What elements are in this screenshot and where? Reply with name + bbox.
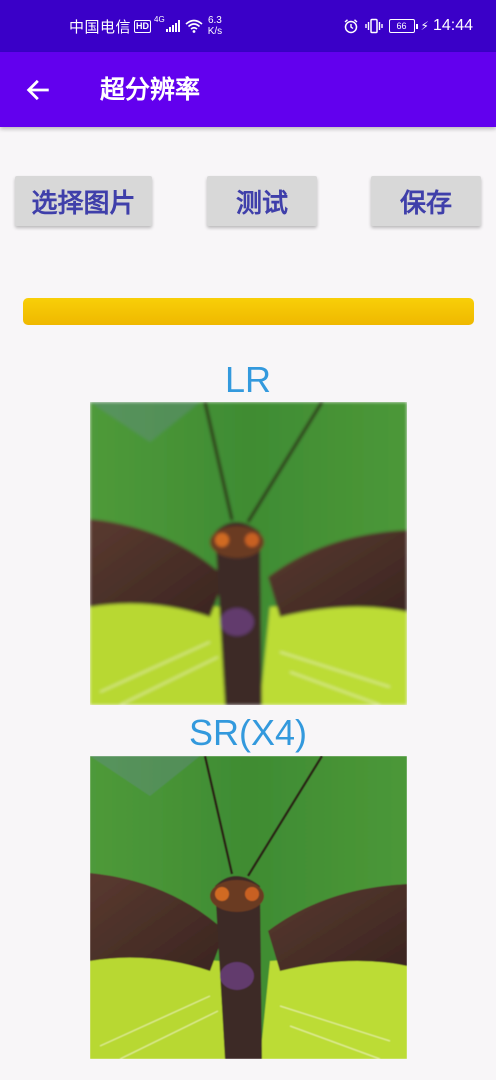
network-speed: 6.3 K/s xyxy=(208,15,222,37)
status-right-group: 66 ⚡ 14:44 xyxy=(343,14,473,38)
status-bar: 中国电信 HD 4G 6.3 K/s 66 ⚡ 14:44 xyxy=(0,0,496,52)
vibrate-icon xyxy=(364,18,383,34)
alarm-icon xyxy=(344,19,357,34)
sr-label: SR(X4) xyxy=(188,712,308,753)
lr-label: LR xyxy=(224,359,272,400)
progress-bar xyxy=(23,298,474,325)
charging-icon: ⚡ xyxy=(420,19,429,33)
save-button[interactable]: 保存 xyxy=(371,176,481,226)
carrier-name: 中国电信 xyxy=(69,18,132,36)
progress-fill xyxy=(23,298,474,325)
battery-level: 66 xyxy=(388,19,415,33)
speed-value: 6.3 xyxy=(207,15,222,26)
app-bar: 超分辨率 xyxy=(0,52,496,127)
select-image-button[interactable]: 选择图片 xyxy=(15,176,152,226)
back-button[interactable] xyxy=(22,74,54,106)
hd-badge: HD xyxy=(134,19,152,33)
network-type: 4G xyxy=(154,15,165,24)
lr-image xyxy=(90,402,407,705)
test-button[interactable]: 测试 xyxy=(207,176,317,226)
status-time: 14:44 xyxy=(432,17,473,34)
arrow-left-icon xyxy=(26,79,49,101)
signal-icon xyxy=(165,20,181,32)
status-left-group: 中国电信 HD 4G 6.3 K/s xyxy=(69,14,222,38)
speed-unit: K/s xyxy=(207,26,223,37)
wifi-icon xyxy=(185,19,203,33)
page-title: 超分辨率 xyxy=(100,75,201,104)
sr-image xyxy=(90,756,407,1059)
battery-icon: 66 xyxy=(388,19,418,33)
